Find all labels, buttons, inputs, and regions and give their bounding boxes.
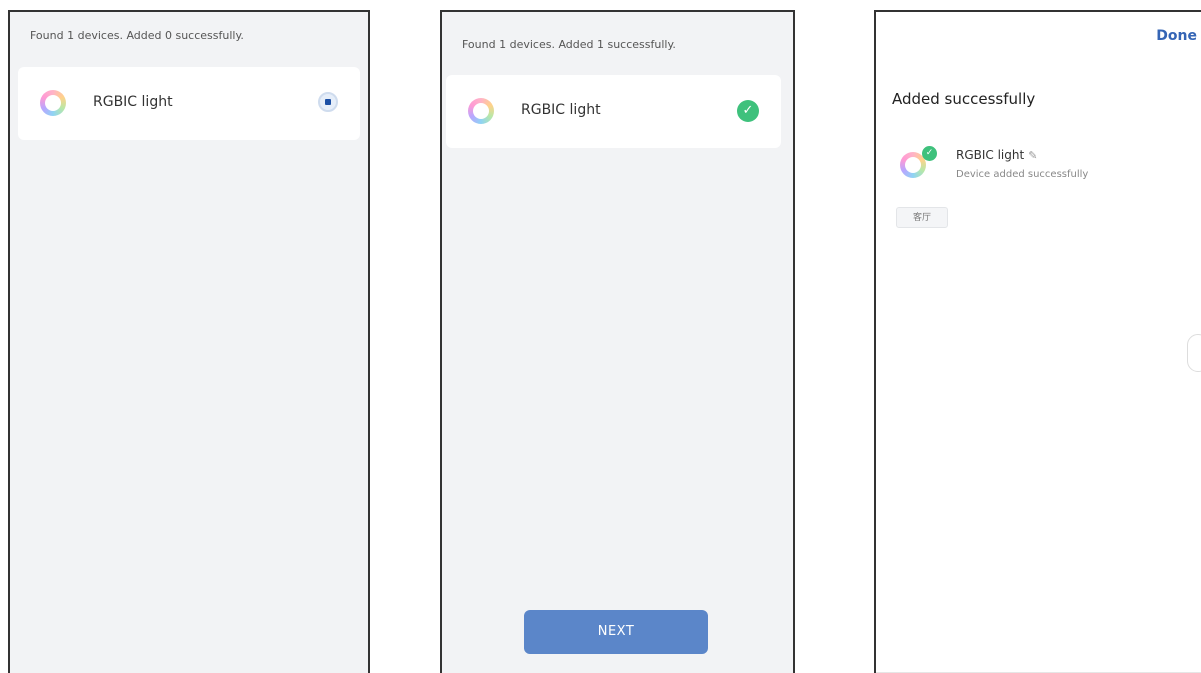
- page-title: Added successfully: [892, 90, 1036, 108]
- device-found-screen: Found 1 devices. Added 0 successfully. R…: [8, 10, 370, 673]
- added-successfully-screen: Done Added successfully ✓ RGBIC light ✎ D…: [874, 10, 1201, 673]
- pencil-icon[interactable]: ✎: [1028, 149, 1037, 162]
- check-icon: ✓: [737, 100, 759, 122]
- device-name-row: RGBIC light ✎: [956, 148, 1037, 162]
- device-status-text: Device added successfully: [956, 169, 1089, 180]
- device-icon: ✓: [896, 146, 937, 182]
- device-added-screen: Found 1 devices. Added 1 successfully. R…: [440, 10, 795, 673]
- done-button[interactable]: Done: [1156, 28, 1197, 44]
- rgbic-light-icon: [40, 90, 66, 116]
- device-card[interactable]: RGBIC light ✓: [446, 75, 781, 148]
- next-button[interactable]: NEXT: [524, 610, 708, 654]
- check-icon: ✓: [922, 146, 937, 161]
- room-tag[interactable]: 客厅: [896, 207, 948, 228]
- side-handle[interactable]: [1187, 334, 1201, 372]
- found-status-text: Found 1 devices. Added 0 successfully.: [30, 29, 244, 42]
- device-card[interactable]: RGBIC light: [18, 67, 360, 140]
- device-name: RGBIC light: [93, 94, 173, 110]
- adding-progress-icon: [318, 92, 338, 112]
- device-name: RGBIC light: [956, 148, 1025, 162]
- device-name: RGBIC light: [521, 102, 601, 118]
- found-status-text: Found 1 devices. Added 1 successfully.: [462, 38, 676, 51]
- rgbic-light-icon: [468, 98, 494, 124]
